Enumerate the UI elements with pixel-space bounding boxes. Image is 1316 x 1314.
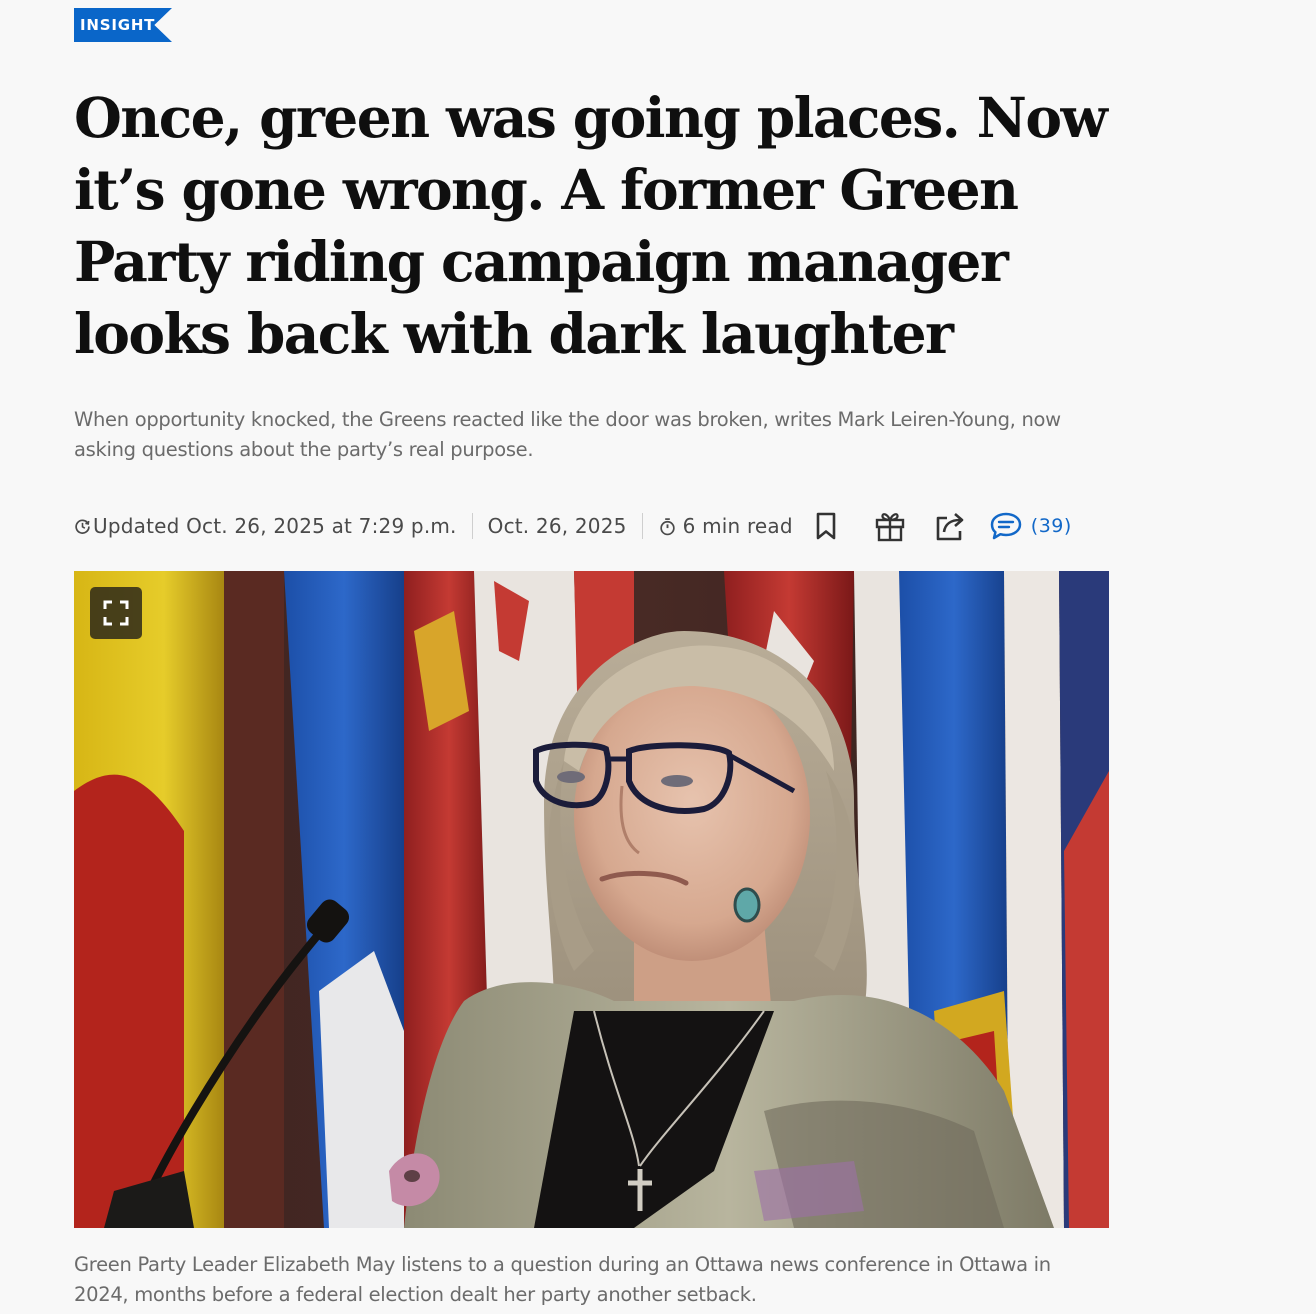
- read-time: 6 min read: [658, 514, 793, 538]
- article-headline: Once, green was going places. Now it’s g…: [74, 85, 1108, 366]
- comments-button[interactable]: (39): [989, 511, 1072, 541]
- share-button[interactable]: [933, 509, 969, 543]
- gift-icon: [875, 513, 904, 542]
- timer-icon: [659, 517, 675, 535]
- comment-icon: [990, 512, 1022, 540]
- bookmark-button[interactable]: [813, 511, 839, 541]
- article-dek: When opportunity knocked, the Greens rea…: [74, 408, 1061, 461]
- lead-photo-image: [74, 571, 1109, 1228]
- expand-photo-button[interactable]: [90, 587, 142, 639]
- lead-photo[interactable]: [74, 571, 1109, 1228]
- expand-icon: [103, 600, 129, 626]
- updated-timestamp: Updated Oct. 26, 2025 at 7:29 p.m.: [74, 514, 457, 538]
- share-icon: [936, 513, 964, 541]
- bookmark-icon: [816, 512, 836, 540]
- meta-divider: [471, 513, 473, 539]
- updated-label: Updated Oct. 26, 2025 at 7:29 p.m.: [93, 514, 457, 538]
- clock-icon: [75, 519, 90, 534]
- gift-article-button[interactable]: [873, 509, 907, 543]
- section-tag[interactable]: INSIGHT: [74, 8, 172, 42]
- read-time-label: 6 min read: [682, 514, 793, 538]
- article-meta-bar: Updated Oct. 26, 2025 at 7:29 p.m. Oct. …: [74, 506, 1072, 546]
- photo-caption: Green Party Leader Elizabeth May listens…: [74, 1253, 1051, 1306]
- meta-divider: [641, 513, 643, 539]
- published-date: Oct. 26, 2025: [487, 514, 627, 538]
- comment-count[interactable]: (39): [1031, 515, 1072, 537]
